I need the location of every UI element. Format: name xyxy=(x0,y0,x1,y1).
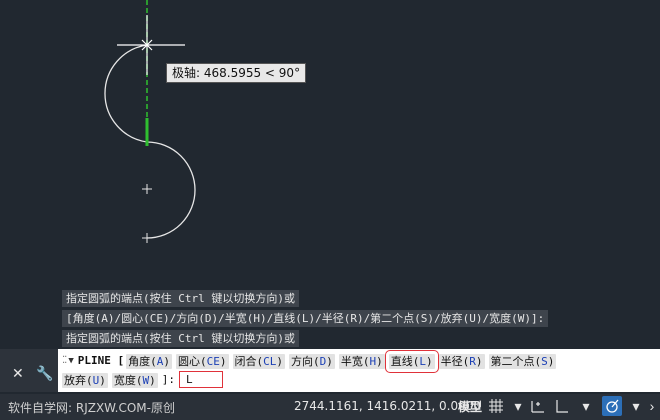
option-label: 闭合( xyxy=(234,354,264,368)
model-tab[interactable]: 模型 xyxy=(458,398,482,415)
status-bar: 软件自学网: RJZXW.COM-原创 2744.1161, 1416.0211… xyxy=(0,394,660,420)
grid-dropdown-icon[interactable]: ▾ xyxy=(508,396,528,416)
ortho-icon[interactable] xyxy=(552,396,572,416)
option-label: 直线( xyxy=(390,354,420,368)
command-input-value[interactable]: L xyxy=(179,371,223,388)
option-label: 圆心( xyxy=(178,354,207,368)
option-close: ) xyxy=(276,354,284,368)
command-option-r[interactable]: 半径(R) xyxy=(438,353,485,369)
arc-center-marker xyxy=(142,184,152,194)
command-option-s[interactable]: 第二个点(S) xyxy=(488,353,557,369)
option-close: ) xyxy=(219,354,227,368)
coordinate-readout[interactable]: 2744.1161, 1416.0211, 0.0000 xyxy=(294,399,481,413)
option-close: ) xyxy=(99,373,106,387)
option-close: ) xyxy=(426,354,433,368)
command-option-a[interactable]: 角度(A) xyxy=(126,353,173,369)
polar-icon[interactable] xyxy=(602,396,622,416)
command-option-l[interactable]: 直线(L) xyxy=(384,349,439,373)
dropdown-arrow-icon[interactable]: ▼ xyxy=(68,356,73,366)
option-key: S xyxy=(541,354,548,368)
command-option-ce[interactable]: 圆心(CE) xyxy=(176,353,229,369)
command-line-panel: ✕ 🔧 ⁚⁚ ▼ PLINE [ 角度(A) 圆心(CE) 闭合(CL) 方向(D) 半… xyxy=(0,349,660,392)
command-option-u[interactable]: 放弃(U) xyxy=(62,372,108,388)
command-history-line: 指定圆弧的端点(按住 Ctrl 键以切换方向)或 xyxy=(62,290,299,307)
option-label: 第二个点( xyxy=(490,354,542,368)
command-suffix: ]: xyxy=(161,373,175,386)
option-label: 角度( xyxy=(128,354,157,368)
command-input-box[interactable]: ⁚⁚ ▼ PLINE [ 角度(A) 圆心(CE) 闭合(CL) 方向(D) 半宽(H)… xyxy=(58,349,660,392)
option-label: 放弃( xyxy=(64,373,93,387)
polar-tooltip: 极轴: 468.5955 < 90° xyxy=(166,63,307,83)
command-name: PLINE [ xyxy=(77,354,125,367)
command-options-row1: 角度(A) 圆心(CE) 闭合(CL) 方向(D) 半宽(H) 直线(L) 半径(R) 第二个… xyxy=(126,349,560,373)
option-close: ) xyxy=(163,354,171,368)
arc-endpoint-marker xyxy=(142,233,152,243)
polyline-arc-upper[interactable] xyxy=(104,44,148,143)
grid-icon[interactable] xyxy=(486,396,506,416)
grip-icon[interactable]: ⁚⁚ xyxy=(62,355,67,366)
command-history-line: 指定圆弧的端点(按住 Ctrl 键以切换方向)或 xyxy=(62,330,299,347)
option-label: 半径( xyxy=(440,354,470,368)
option-key: CE xyxy=(206,354,220,368)
command-option-cl[interactable]: 闭合(CL) xyxy=(232,353,286,369)
command-history-line: [角度(A)/圆心(CE)/方向(D)/半宽(H)/直线(L)/半径(R)/第二… xyxy=(62,310,549,327)
option-label: 宽度( xyxy=(113,373,143,387)
command-option-d[interactable]: 方向(D) xyxy=(289,353,335,369)
command-options-row2: 放弃(U) 宽度(W) xyxy=(62,372,162,388)
option-label: 方向( xyxy=(291,354,320,368)
option-close: ) xyxy=(149,373,156,387)
snap-icon[interactable] xyxy=(528,396,548,416)
option-close: ) xyxy=(547,354,555,368)
command-option-w[interactable]: 宽度(W) xyxy=(111,372,158,388)
option-close: ) xyxy=(376,354,383,368)
option-label: 半宽( xyxy=(340,354,370,368)
option-close: ) xyxy=(326,354,333,368)
option-close: ) xyxy=(475,354,483,368)
watermark-text: 软件自学网: RJZXW.COM-原创 xyxy=(8,401,175,415)
wrench-icon[interactable]: 🔧 xyxy=(36,366,53,382)
command-option-h[interactable]: 半宽(H) xyxy=(338,353,385,369)
close-icon[interactable]: ✕ xyxy=(12,366,24,382)
option-key: R xyxy=(469,354,476,368)
polyline-arc-lower[interactable] xyxy=(146,141,196,239)
ortho-dropdown-icon[interactable]: ▾ xyxy=(576,396,596,416)
more-icon[interactable]: › xyxy=(642,396,660,416)
option-key: CL xyxy=(263,354,277,368)
